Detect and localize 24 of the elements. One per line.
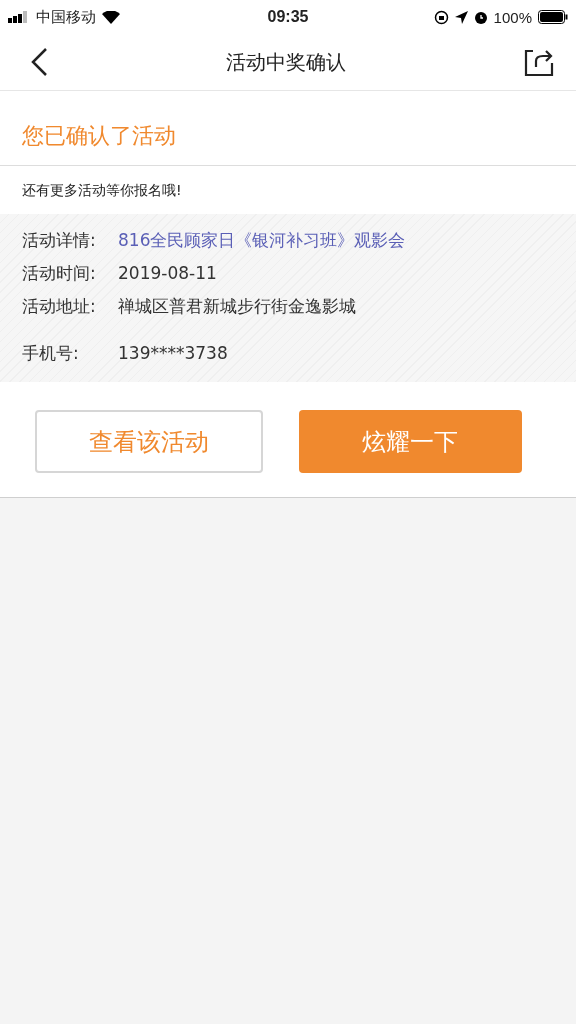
detail-label: 手机号:: [22, 342, 80, 365]
back-icon[interactable]: [30, 47, 48, 77]
page-title: 活动中奖确认: [226, 48, 346, 76]
location-arrow-icon: [454, 10, 468, 24]
event-link[interactable]: 816全民顾家日《银河补习班》观影会: [118, 228, 406, 253]
battery-icon: [538, 10, 568, 24]
alarm-clock-icon: [473, 10, 488, 24]
battery-percent: 100%: [493, 8, 532, 26]
clock-time: 09:35: [267, 8, 309, 26]
subtitle-text: 还有更多活动等你报名哦!: [21, 181, 183, 200]
view-event-button[interactable]: 查看该活动: [35, 410, 263, 473]
detail-value: 禅城区普君新城步行街金逸影城: [118, 295, 356, 318]
detail-label: 活动时间:: [22, 262, 97, 285]
wifi-icon: [102, 10, 120, 24]
detail-value: 139****3738: [118, 342, 228, 365]
carrier-name: 中国移动: [36, 7, 96, 27]
detail-value: 2019-08-11: [118, 262, 217, 285]
rotation-lock-icon: [433, 9, 449, 25]
signal-icon: [8, 11, 30, 23]
confirmation-heading: 您已确认了活动: [0, 91, 576, 166]
show-off-button[interactable]: 炫耀一下: [298, 410, 522, 473]
detail-label: 活动地址:: [22, 295, 97, 318]
detail-label: 活动详情:: [22, 229, 97, 252]
share-icon[interactable]: [524, 47, 554, 77]
